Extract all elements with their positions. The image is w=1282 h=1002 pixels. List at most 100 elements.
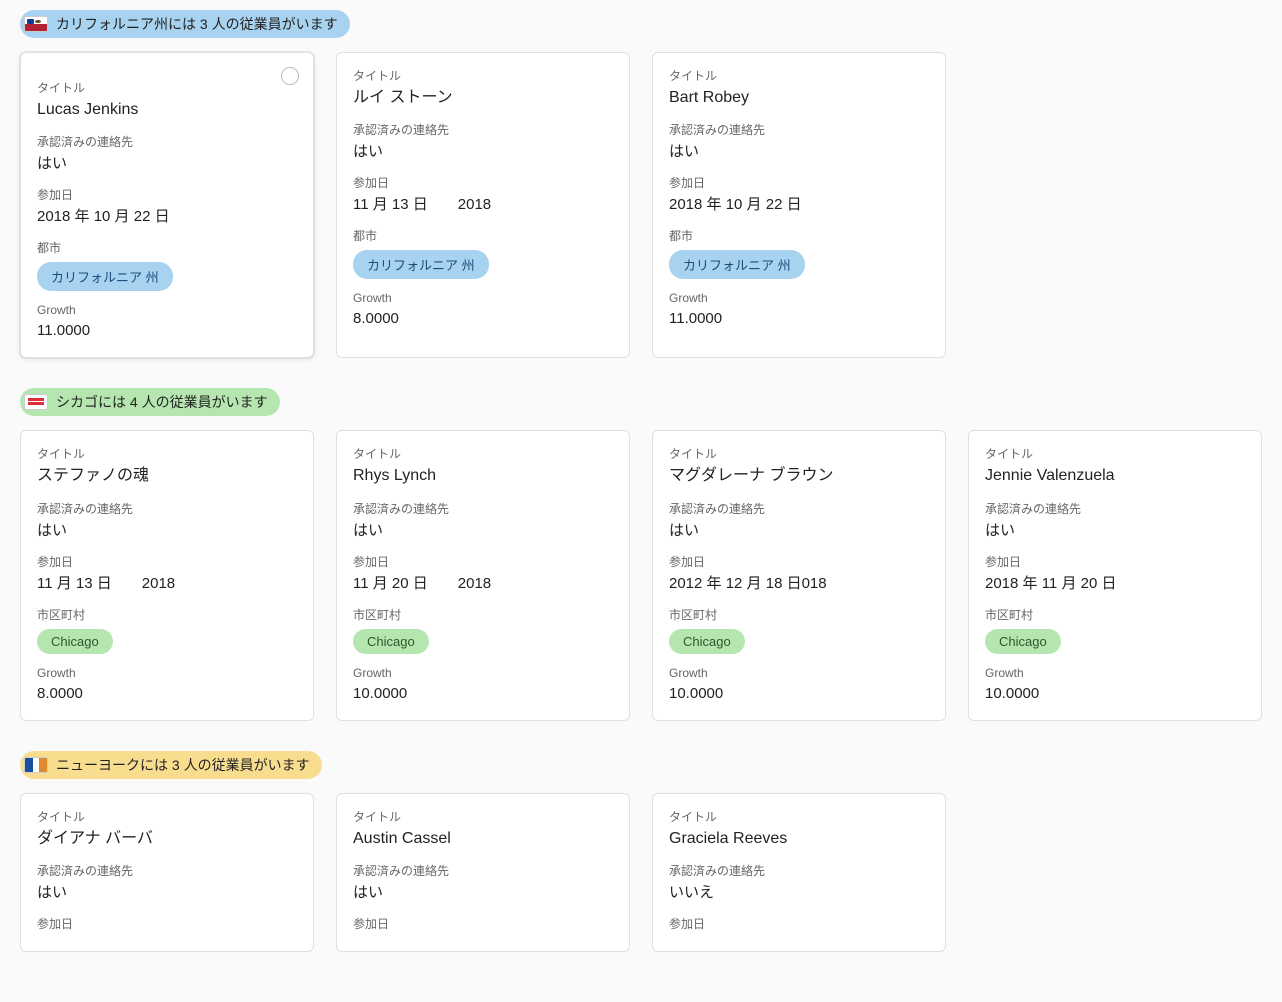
title-value: マグダレーナ ブラウン [669, 465, 929, 487]
city-label: 市区町村 [353, 606, 613, 623]
title-label: タイトル [669, 67, 929, 84]
approved-label: 承認済みの連絡先 [37, 133, 297, 150]
joined-value: 2018 年 10 月 22 日 [669, 194, 929, 215]
employee-card[interactable]: タイトル Rhys Lynch 承認済みの連絡先はい参加日 11 月 20 日 201… [336, 430, 630, 720]
approved-value: はい [37, 153, 297, 174]
employee-card[interactable]: タイトル Bart Robey 承認済みの連絡先はい参加日 2018 年 10 月 2… [652, 52, 946, 358]
select-radio-icon[interactable] [281, 67, 299, 85]
city-tag[interactable]: Chicago [985, 629, 1061, 654]
group-header[interactable]: カリフォルニア州には 3 人の従業員がいます [20, 10, 350, 38]
group-header-label: ニューヨークには 3 人の従業員がいます [56, 755, 310, 775]
title-label: タイトル [37, 808, 297, 825]
employee-card[interactable]: タイトルステファノの魂承認済みの連絡先はい参加日11 月 13 日 2018市区… [20, 430, 314, 720]
title-label: タイトル [37, 445, 297, 462]
city-label: 都市 [37, 239, 297, 256]
joined-label: 参加日 [37, 186, 297, 203]
title-value: Graciela Reeves [669, 828, 929, 850]
group-header[interactable]: ニューヨークには 3 人の従業員がいます [20, 751, 322, 779]
growth-value: 8.0000 [353, 308, 613, 329]
joined-label: 参加日 [669, 915, 929, 932]
title-value: ダイアナ バーバ [37, 828, 297, 850]
growth-value: 8.0000 [37, 683, 297, 704]
employee-group: ニューヨークには 3 人の従業員がいますタイトルダイアナ バーバ承認済みの連絡先… [20, 751, 1262, 952]
employee-card[interactable]: タイトルマグダレーナ ブラウン承認済みの連絡先はい参加日2012 年 12 月 … [652, 430, 946, 720]
employee-card[interactable]: タイトル Lucas Jenkins 承認済みの連絡先はい参加日 2018 年 10 … [20, 52, 314, 358]
title-value: ルイ ストーン [353, 87, 613, 109]
growth-value: 11.0000 [37, 320, 297, 341]
employee-card[interactable]: タイトルダイアナ バーバ承認済みの連絡先はい参加日 [20, 793, 314, 952]
joined-value: 2018 年 11 月 20 日 [985, 573, 1245, 594]
group-header[interactable]: シカゴには 4 人の従業員がいます [20, 388, 280, 416]
city-label: 市区町村 [669, 606, 929, 623]
growth-value: 10.0000 [985, 683, 1245, 704]
growth-value: 11.0000 [669, 308, 929, 329]
approved-label: 承認済みの連絡先 [37, 862, 297, 879]
approved-value: はい [353, 141, 613, 162]
joined-value: 2018 年 10 月 22 日 [37, 206, 297, 227]
title-label: タイトル [353, 445, 613, 462]
approved-label: 承認済みの連絡先 [985, 500, 1245, 517]
approved-value: はい [669, 141, 929, 162]
cards-container: タイトルLucas Jenkins承認済みの連絡先はい参加日2018 年 10 … [20, 52, 1262, 358]
title-label: タイトル [37, 79, 297, 96]
approved-value: はい [353, 882, 613, 903]
city-tag[interactable]: Chicago [669, 629, 745, 654]
flag-icon [24, 16, 48, 32]
title-value: Rhys Lynch [353, 465, 613, 487]
approved-label: 承認済みの連絡先 [669, 500, 929, 517]
cards-container: タイトルステファノの魂承認済みの連絡先はい参加日 11 月 13 日 2018 市区… [20, 430, 1262, 720]
joined-label: 参加日 [985, 553, 1245, 570]
title-label: タイトル [353, 808, 613, 825]
growth-label: Growth [37, 666, 297, 680]
city-tag[interactable]: Chicago [37, 629, 113, 654]
growth-label: Growth [669, 291, 929, 305]
joined-value: 2012 年 12 月 18 日018 [669, 573, 929, 594]
approved-value: はい [37, 882, 297, 903]
title-value: Bart Robey [669, 87, 929, 109]
growth-label: Growth [669, 666, 929, 680]
approved-label: 承認済みの連絡先 [353, 121, 613, 138]
joined-label: 参加日 [669, 553, 929, 570]
city-tag[interactable]: Chicago [353, 629, 429, 654]
employee-card[interactable]: タイトルAustin Cassel承認済みの連絡先はい参加日 [336, 793, 630, 952]
flag-icon [24, 757, 48, 773]
city-tag[interactable]: カリフォルニア 州 [669, 250, 805, 279]
title-value: ステファノの魂 [37, 465, 297, 487]
employee-card[interactable]: タイトルルイ ストーン承認済みの連絡先はい参加日11 月 13 日 2018都市… [336, 52, 630, 358]
joined-value: 11 月 13 日 2018 [37, 573, 297, 594]
city-label: 都市 [669, 227, 929, 244]
approved-value: はい [353, 520, 613, 541]
city-tag[interactable]: カリフォルニア 州 [353, 250, 489, 279]
flag-icon [24, 394, 48, 410]
approved-label: 承認済みの連絡先 [669, 862, 929, 879]
joined-label: 参加日 [353, 915, 613, 932]
group-header-label: シカゴには 4 人の従業員がいます [56, 392, 268, 412]
city-tag[interactable]: カリフォルニア 州 [37, 262, 173, 291]
employee-card[interactable]: タイトルGraciela Reeves承認済みの連絡先いいえ参加日 [652, 793, 946, 952]
approved-value: はい [669, 520, 929, 541]
approved-value: はい [37, 520, 297, 541]
employee-group: カリフォルニア州には 3 人の従業員がいますタイトル Lucas Jenkins 承… [20, 10, 1262, 358]
approved-label: 承認済みの連絡先 [353, 862, 613, 879]
title-value: Lucas Jenkins [37, 99, 297, 121]
joined-value: 11 月 13 日 2018 [353, 194, 613, 215]
joined-label: 参加日 [353, 553, 613, 570]
approved-value: はい [985, 520, 1245, 541]
joined-label: 参加日 [37, 553, 297, 570]
employee-card[interactable]: タイトルJennie Valenzuela承認済みの連絡先はい参加日2018 年… [968, 430, 1262, 720]
growth-label: Growth [353, 666, 613, 680]
title-label: タイトル [985, 445, 1245, 462]
group-header-label: カリフォルニア州には 3 人の従業員がいます [56, 14, 338, 34]
growth-label: Growth [985, 666, 1245, 680]
joined-label: 参加日 [37, 915, 297, 932]
city-label: 市区町村 [37, 606, 297, 623]
employee-group: シカゴには 4 人の従業員がいますタイトルステファノの魂承認済みの連絡先はい参加… [20, 388, 1262, 720]
joined-label: 参加日 [669, 174, 929, 191]
cards-container: タイトルダイアナ バーバ承認済みの連絡先はい参加日タイトルAustin Cass… [20, 793, 1262, 952]
growth-value: 10.0000 [353, 683, 613, 704]
joined-value: 11 月 20 日 2018 [353, 573, 613, 594]
growth-label: Growth [353, 291, 613, 305]
growth-label: Growth [37, 303, 297, 317]
approved-label: 承認済みの連絡先 [669, 121, 929, 138]
approved-label: 承認済みの連絡先 [353, 500, 613, 517]
